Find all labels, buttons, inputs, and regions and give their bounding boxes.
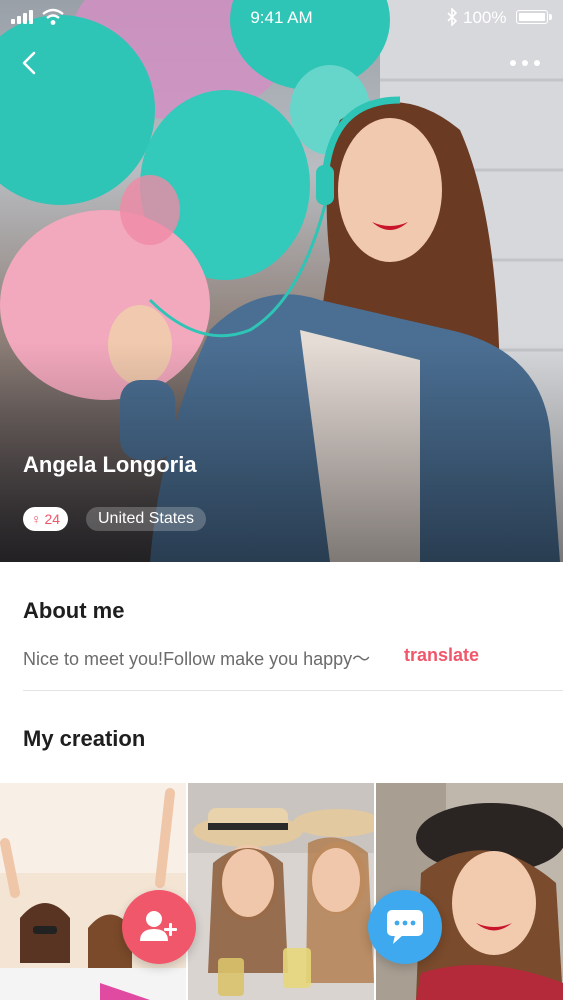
gender-age-badge: ♀ 24 (23, 507, 69, 531)
chat-button[interactable] (368, 890, 442, 964)
translate-link[interactable]: translate (404, 645, 479, 666)
battery-icon (516, 10, 552, 24)
back-icon[interactable] (18, 50, 44, 76)
divider (23, 690, 563, 691)
creation-thumbnail[interactable] (188, 783, 374, 1000)
about-title: About me (23, 598, 125, 623)
chat-icon (387, 910, 423, 944)
more-icon[interactable] (506, 55, 544, 71)
add-user-icon (140, 911, 177, 941)
female-icon: ♀ (31, 511, 42, 527)
age-value: 24 (44, 511, 61, 527)
creation-title: My creation (23, 726, 146, 751)
country-badge: United States (86, 507, 207, 531)
battery-percent: 100% (463, 8, 507, 27)
follow-button[interactable] (122, 890, 196, 964)
profile-hero: 9:41 AM 100% Angela Longoria ♀ 24 United… (0, 0, 563, 562)
profile-name: Angela Longoria (23, 452, 197, 477)
status-bar: 9:41 AM 100% (0, 0, 563, 36)
bluetooth-icon (447, 8, 458, 26)
country-label: United States (98, 510, 195, 527)
about-text: Nice to meet you!Follow make you happy～ (23, 649, 371, 669)
